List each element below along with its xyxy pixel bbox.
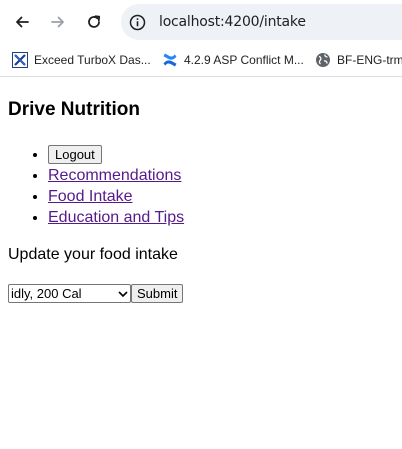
- bookmark-turbox[interactable]: Exceed TurboX Das...: [12, 51, 151, 69]
- bookmark-asp-conflict[interactable]: 4.2.9 ASP Conflict M...: [162, 51, 304, 69]
- bookmark-label: 4.2.9 ASP Conflict M...: [184, 53, 304, 67]
- turbox-x-icon: [12, 52, 28, 68]
- globe-icon: [315, 52, 331, 68]
- url-text: localhost:4200/intake: [159, 14, 306, 30]
- site-info-icon[interactable]: [128, 13, 146, 31]
- address-bar[interactable]: localhost:4200/intake: [121, 4, 402, 40]
- page-content: Drive Nutrition Logout Recommendations F…: [0, 78, 402, 449]
- logout-button[interactable]: Logout: [48, 145, 102, 165]
- arrow-right-icon: [51, 16, 64, 28]
- food-select-value: idly, 200 Cal: [11, 286, 82, 301]
- chevron-down-icon: [118, 290, 128, 297]
- intake-form: idly, 200 Cal Submit: [8, 284, 184, 303]
- bookmark-label: BF-ENG-trm: [337, 53, 402, 67]
- back-button[interactable]: [8, 8, 36, 36]
- nav-item-logout: Logout: [48, 144, 184, 165]
- confluence-icon: [162, 52, 178, 68]
- bookmarks-bar: Exceed TurboX Das... 4.2.9 ASP Conflict …: [0, 44, 402, 77]
- bookmark-bf-eng[interactable]: BF-ENG-trm: [315, 51, 402, 69]
- recommendations-link[interactable]: Recommendations: [48, 167, 181, 184]
- browser-toolbar: localhost:4200/intake: [0, 0, 402, 44]
- food-intake-link[interactable]: Food Intake: [48, 188, 133, 205]
- nav-item-recommendations: Recommendations: [48, 165, 184, 186]
- submit-button[interactable]: Submit: [131, 284, 184, 303]
- education-tips-link[interactable]: Education and Tips: [48, 209, 184, 226]
- arrow-left-icon: [16, 16, 29, 28]
- reload-button[interactable]: [80, 8, 108, 36]
- bookmark-label: Exceed TurboX Das...: [34, 53, 151, 67]
- forward-button[interactable]: [44, 8, 72, 36]
- nav-item-food-intake: Food Intake: [48, 186, 184, 207]
- reload-icon: [88, 15, 101, 28]
- nav-list: Logout Recommendations Food Intake Educa…: [8, 144, 184, 228]
- nav-item-education: Education and Tips: [48, 207, 184, 228]
- food-select[interactable]: idly, 200 Cal: [8, 284, 131, 303]
- page-title: Drive Nutrition: [8, 99, 140, 120]
- intake-prompt: Update your food intake: [8, 246, 178, 263]
